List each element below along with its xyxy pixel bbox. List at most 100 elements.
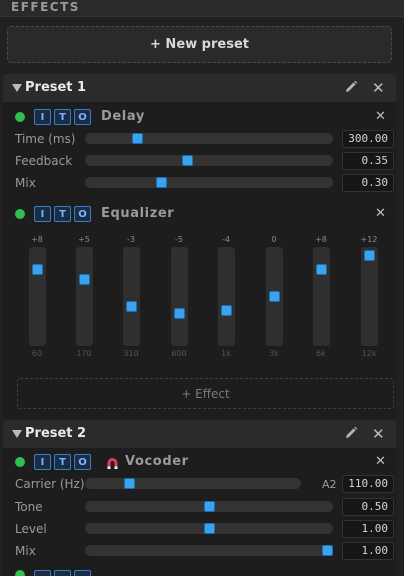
eq-band-slider[interactable]	[218, 247, 235, 346]
close-icon[interactable]: ✕	[372, 427, 385, 442]
time-slider[interactable]	[85, 133, 333, 144]
thru-toggle[interactable]: T	[54, 206, 71, 222]
preset-header-1[interactable]: Preset 1 ✕	[3, 74, 396, 102]
tone-slider[interactable]	[85, 501, 333, 512]
eq-band-thumb[interactable]	[174, 308, 185, 319]
enable-led[interactable]	[15, 457, 25, 467]
slider-thumb[interactable]	[182, 155, 193, 166]
preset-body-1: I T O Delay ✕ Time (ms) 300.00 Feedback …	[3, 102, 396, 418]
effect-name: Equalizer	[101, 206, 175, 221]
eq-band-thumb[interactable]	[79, 274, 90, 285]
eq-band-thumb[interactable]	[364, 250, 375, 261]
mix-slider[interactable]	[85, 545, 333, 556]
tone-value-field[interactable]: 0.50	[342, 498, 394, 516]
enable-led[interactable]	[15, 570, 25, 576]
eq-band-thumb[interactable]	[32, 264, 43, 275]
eq-freq-label: 170	[76, 349, 92, 358]
eq-band-thumb[interactable]	[316, 264, 327, 275]
mix-slider[interactable]	[85, 177, 333, 188]
time-value-field[interactable]: 300.00	[342, 130, 394, 148]
param-label-mix: Mix	[15, 176, 36, 190]
slider-thumb[interactable]	[204, 501, 215, 512]
param-label-time: Time (ms)	[15, 132, 76, 146]
effect-header-vocoder: I T O Vocoder ✕	[3, 452, 396, 472]
eq-freq-label: 60	[31, 349, 43, 358]
eq-freq-label: 310	[123, 349, 139, 358]
add-effect-button[interactable]: + Effect	[17, 378, 394, 409]
eq-band-thumb[interactable]	[126, 301, 137, 312]
close-icon[interactable]: ✕	[375, 207, 386, 220]
input-toggle[interactable]: I	[34, 109, 51, 125]
eq-freq-label: 1k	[221, 349, 231, 358]
param-label-feedback: Feedback	[15, 154, 73, 168]
slider-thumb[interactable]	[204, 523, 215, 534]
magnet-icon[interactable]	[106, 457, 119, 469]
feedback-slider[interactable]	[85, 155, 333, 166]
level-slider[interactable]	[85, 523, 333, 534]
thru-toggle[interactable]: T	[54, 454, 71, 470]
eq-band-slider[interactable]	[361, 247, 378, 346]
slider-thumb[interactable]	[156, 177, 167, 188]
preset-name: Preset 2	[25, 426, 87, 441]
eq-band-slider[interactable]	[313, 247, 330, 346]
pencil-icon[interactable]	[344, 426, 358, 440]
eq-band-slider[interactable]	[76, 247, 93, 346]
eq-band-slider[interactable]	[123, 247, 140, 346]
effect-header-delay: I T O Delay ✕	[3, 107, 396, 127]
close-icon[interactable]: ✕	[375, 110, 386, 123]
eq-gain-label: 0	[271, 235, 277, 244]
input-toggle[interactable]: I	[34, 454, 51, 470]
thru-toggle[interactable]	[54, 570, 71, 576]
carrier-note: A2	[322, 478, 337, 491]
eq-gain-label: -5	[175, 235, 183, 244]
enable-led[interactable]	[15, 209, 25, 219]
close-icon[interactable]: ✕	[372, 81, 385, 96]
slider-thumb[interactable]	[322, 545, 333, 556]
eq-freq-label: 12k	[361, 349, 377, 358]
eq-band-slider[interactable]	[266, 247, 283, 346]
mix-value-field[interactable]: 1.00	[342, 542, 394, 560]
effects-panel-header: EFFECTS	[0, 0, 404, 17]
output-toggle[interactable]: O	[74, 206, 91, 222]
eq-gain-label: +12	[360, 235, 378, 244]
close-icon[interactable]: ✕	[375, 455, 386, 468]
panel-title: EFFECTS	[11, 0, 80, 14]
eq-gain-label: +8	[315, 235, 327, 244]
preset-body-2: I T O Vocoder ✕ Carrier (Hz) A2 110.00 T…	[3, 448, 396, 576]
slider-thumb[interactable]	[132, 133, 143, 144]
eq-band-slider[interactable]	[171, 247, 188, 346]
slider-thumb[interactable]	[124, 478, 135, 489]
eq-freq-label: 3k	[269, 349, 279, 358]
param-label-level: Level	[15, 522, 47, 536]
eq-freq-label: 6k	[316, 349, 326, 358]
eq-gain-label: +5	[78, 235, 90, 244]
collapse-triangle-icon[interactable]	[12, 84, 22, 92]
carrier-value-field[interactable]: 110.00	[342, 475, 394, 493]
thru-toggle[interactable]: T	[54, 109, 71, 125]
output-toggle[interactable]: O	[74, 454, 91, 470]
new-preset-button[interactable]: + New preset	[7, 26, 392, 63]
effect-name: Delay	[101, 109, 145, 124]
level-value-field[interactable]: 1.00	[342, 520, 394, 538]
preset-name: Preset 1	[25, 80, 87, 95]
eq-gain-label: -4	[222, 235, 230, 244]
enable-led[interactable]	[15, 112, 25, 122]
mix-value-field[interactable]: 0.30	[342, 174, 394, 192]
param-label-carrier: Carrier (Hz)	[15, 477, 85, 491]
collapse-triangle-icon[interactable]	[12, 430, 22, 438]
carrier-slider[interactable]	[85, 478, 301, 489]
param-label-tone: Tone	[15, 500, 43, 514]
param-label-mix: Mix	[15, 544, 36, 558]
eq-band-thumb[interactable]	[269, 291, 280, 302]
effect-header-equalizer: I T O Equalizer ✕	[3, 204, 396, 224]
input-toggle[interactable]	[34, 570, 51, 576]
pencil-icon[interactable]	[344, 80, 358, 94]
feedback-value-field[interactable]: 0.35	[342, 152, 394, 170]
eq-gain-label: +8	[31, 235, 43, 244]
eq-band-thumb[interactable]	[221, 305, 232, 316]
input-toggle[interactable]: I	[34, 206, 51, 222]
output-toggle[interactable]	[74, 570, 91, 576]
preset-header-2[interactable]: Preset 2 ✕	[3, 420, 396, 448]
output-toggle[interactable]: O	[74, 109, 91, 125]
eq-band-slider[interactable]	[29, 247, 46, 346]
